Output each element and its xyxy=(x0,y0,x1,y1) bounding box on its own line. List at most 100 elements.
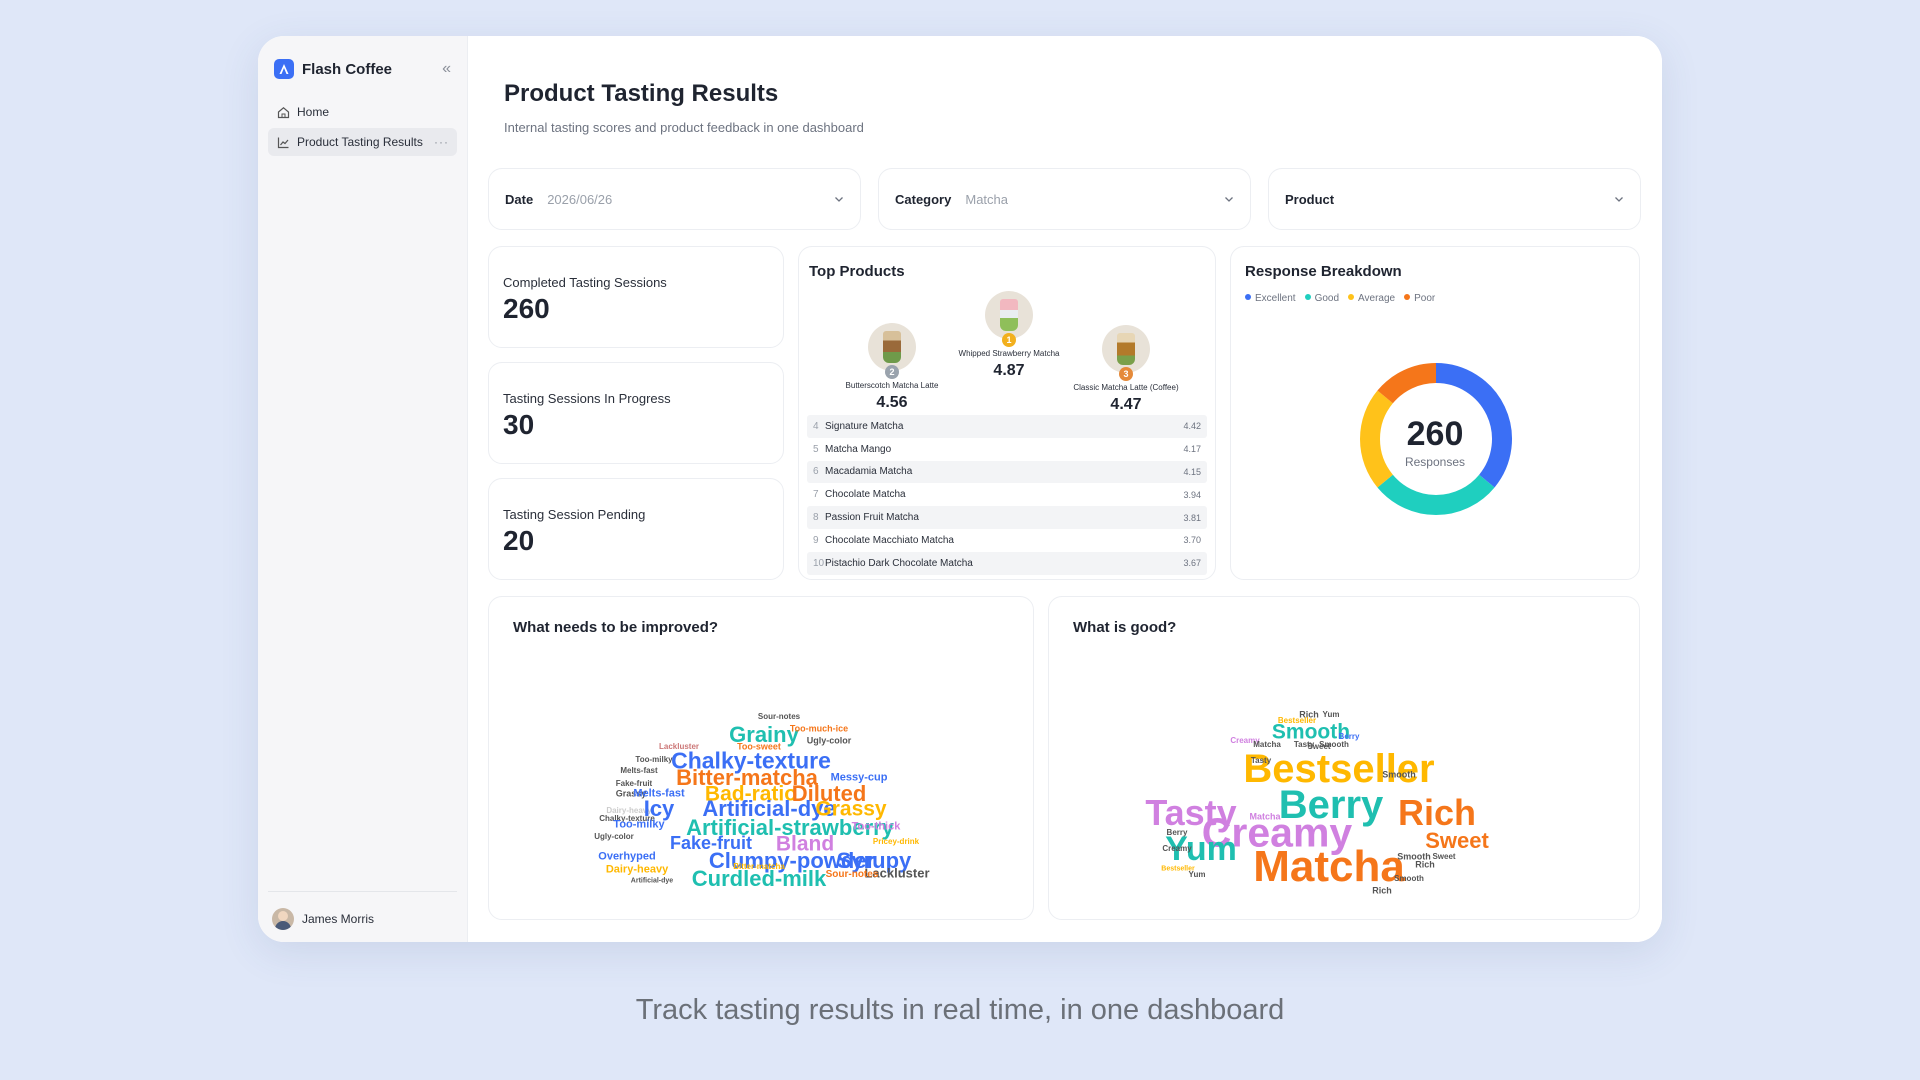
product-name: Pistachio Dark Chocolate Matcha xyxy=(825,557,973,569)
chevron-down-icon xyxy=(1225,197,1233,202)
stat-value: 260 xyxy=(503,293,550,324)
filter-value: 2026/06/26 xyxy=(547,191,613,207)
stat-label: Tasting Session Pending xyxy=(503,507,646,522)
word-cloud-term: Berry xyxy=(1166,828,1188,837)
product-score: 4.42 xyxy=(1183,421,1201,432)
product-score: 3.81 xyxy=(1183,512,1201,523)
stat-card-in-progress: Tasting Sessions In Progress 30 xyxy=(488,362,784,464)
word-cloud-term: Matcha xyxy=(1253,842,1405,891)
podium-third[interactable]: 3 Classic Matcha Latte (Coffee) 4.47 xyxy=(1061,325,1191,414)
podium-score: 4.47 xyxy=(1110,396,1142,413)
list-item[interactable]: 9 Chocolate Macchiato Matcha 3.70 xyxy=(807,529,1207,552)
rank-number: 7 xyxy=(813,489,819,501)
word-cloud-term: Sour-notes xyxy=(757,712,801,721)
card-title: Top Products xyxy=(809,263,905,280)
good-word-cloud: Rich Yum Bestseller Smooth Berry Creamy Matcha… xyxy=(1049,597,1639,919)
word-cloud-term: Too-much-ice xyxy=(789,723,849,734)
podium-name: Classic Matcha Latte (Coffee) xyxy=(1073,383,1179,392)
word-cloud-term: Sweet xyxy=(1425,828,1489,853)
podium-name: Whipped Strawberry Matcha xyxy=(958,349,1060,358)
word-cloud-term: Dairy-heavy xyxy=(605,863,669,876)
improve-word-cloud: Sour-notes Grainy Too-much-ice Ugly-color La… xyxy=(489,597,1033,919)
podium-first[interactable]: 1 Whipped Strawberry Matcha 4.87 xyxy=(944,291,1074,380)
product-name: Matcha Mango xyxy=(825,443,892,455)
donut-chart xyxy=(1360,363,1512,515)
list-item[interactable]: 8 Passion Fruit Matcha 3.81 xyxy=(807,506,1207,529)
word-cloud-term: Bitter-matcha xyxy=(733,862,785,871)
product-score: 4.15 xyxy=(1183,466,1201,477)
podium-name: Butterscotch Matcha Latte xyxy=(845,381,939,390)
product-name: Signature Matcha xyxy=(825,420,904,432)
sidebar: Flash Coffee « Home Product Tasting Resu… xyxy=(258,36,468,942)
word-cloud-term: Too-milky xyxy=(613,818,665,831)
product-filter[interactable]: Product xyxy=(1268,168,1641,230)
brand: Flash Coffee « xyxy=(258,36,467,86)
donut-total-label: Responses xyxy=(1404,455,1466,469)
word-cloud-term: Melts-fast xyxy=(620,766,658,775)
word-cloud-term: Ugly-color xyxy=(806,735,852,746)
sidebar-item-product-tasting-results[interactable]: Product Tasting Results ··· xyxy=(268,128,457,156)
list-item[interactable]: 5 Matcha Mango 4.17 xyxy=(807,438,1207,461)
word-cloud-term: Yum xyxy=(1188,870,1206,879)
avatar xyxy=(272,908,294,930)
user-name: James Morris xyxy=(302,912,375,926)
donut-total: 260 xyxy=(1406,415,1464,453)
stat-card-completed: Completed Tasting Sessions 260 xyxy=(488,246,784,348)
list-item[interactable]: 6 Macadamia Matcha 4.15 xyxy=(807,460,1207,484)
podium-score: 4.56 xyxy=(876,394,908,411)
podium-second[interactable]: 2 Butterscotch Matcha Latte 4.56 xyxy=(827,323,957,412)
collapse-sidebar-icon[interactable]: « xyxy=(442,60,451,78)
word-cloud-term: Rich xyxy=(1397,792,1477,833)
filter-label: Product xyxy=(1285,191,1335,207)
rank-badge: 3 xyxy=(1119,367,1133,381)
marketing-caption: Track tasting results in real time, in o… xyxy=(635,994,1285,1026)
good-card: What is good? Rich Yum Bestseller Smooth Ber… xyxy=(1048,596,1640,920)
word-cloud-term: Sour-notes xyxy=(825,869,879,880)
divider xyxy=(268,891,457,892)
sidebar-item-label: Product Tasting Results xyxy=(297,135,423,149)
stat-value: 30 xyxy=(503,409,535,440)
word-cloud-term: Overhyped xyxy=(598,850,656,863)
page-title: Product Tasting Results xyxy=(504,80,779,107)
product-name: Chocolate Macchiato Matcha xyxy=(825,534,954,546)
product-score: 3.67 xyxy=(1183,558,1201,569)
stat-value: 20 xyxy=(503,525,535,556)
top-products-card: Top Products 1 Whipped Strawberry Matcha… xyxy=(798,246,1216,580)
word-cloud-term: Tasty xyxy=(1250,756,1272,765)
product-name: Macadamia Matcha xyxy=(825,466,913,478)
product-name: Passion Fruit Matcha xyxy=(825,512,919,524)
stat-label: Tasting Sessions In Progress xyxy=(503,391,671,406)
sidebar-item-home[interactable]: Home xyxy=(268,98,457,126)
brand-logo-icon xyxy=(274,59,294,79)
word-cloud-term: Too-milky xyxy=(635,755,673,764)
filter-label: Category xyxy=(895,191,952,207)
home-icon xyxy=(276,105,290,119)
word-cloud-term: Smooth xyxy=(1382,769,1416,780)
donut-slice-poor[interactable] xyxy=(1377,363,1437,404)
word-cloud-term: Sweet xyxy=(1432,852,1456,861)
word-cloud-term: Curdled-milk xyxy=(691,866,827,891)
product-image xyxy=(1102,325,1150,373)
donut-slice-good[interactable] xyxy=(1377,474,1495,515)
list-item[interactable]: 7 Chocolate Matcha 3.94 xyxy=(807,483,1207,506)
list-item[interactable]: 4 Signature Matcha 4.42 xyxy=(807,415,1207,438)
product-image xyxy=(985,291,1033,339)
list-item[interactable]: 10 Pistachio Dark Chocolate Matcha 3.67 xyxy=(807,551,1207,575)
word-cloud-term: Ugly-color xyxy=(594,832,634,841)
category-filter[interactable]: Category Matcha xyxy=(878,168,1251,230)
word-cloud-term: Smooth xyxy=(1394,874,1424,883)
more-options-icon[interactable]: ··· xyxy=(434,135,449,149)
product-score: 3.70 xyxy=(1183,535,1201,546)
improve-card: What needs to be improved? Sour-notes Gra… xyxy=(488,596,1034,920)
rank-number: 8 xyxy=(813,512,819,524)
main-content: Product Tasting Results Internal tasting… xyxy=(468,36,1662,942)
sidebar-item-label: Home xyxy=(297,105,330,119)
date-filter[interactable]: Date 2026/06/26 xyxy=(488,168,861,230)
app-window: Flash Coffee « Home Product Tasting Resu… xyxy=(258,36,1662,942)
word-cloud-term: Pricey-drink xyxy=(872,837,920,846)
word-cloud-term: Artificial-dye xyxy=(630,877,674,885)
rank-number: 9 xyxy=(813,534,819,546)
product-score: 4.17 xyxy=(1183,444,1201,455)
filter-value: Matcha xyxy=(965,191,1008,207)
user-profile[interactable]: James Morris xyxy=(272,908,374,930)
